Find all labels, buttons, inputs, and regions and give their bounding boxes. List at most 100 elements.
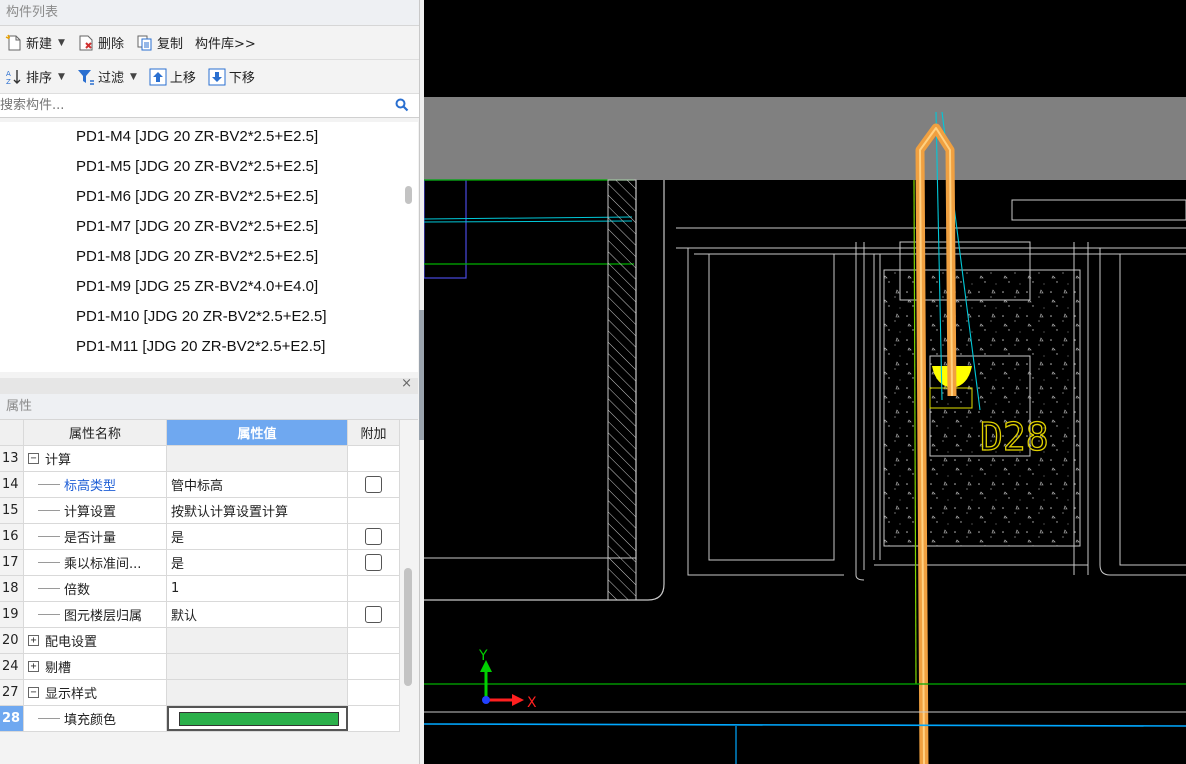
sort-icon: AZ xyxy=(5,68,23,86)
property-extra-cell xyxy=(348,680,400,705)
filter-dropdown-icon[interactable]: ▼ xyxy=(130,72,137,82)
property-value-cell[interactable] xyxy=(167,680,348,705)
fill-color-swatch[interactable] xyxy=(179,711,339,726)
search-input[interactable] xyxy=(0,94,380,117)
list-item[interactable]: PD1-M4 [JDG 20 ZR-BV2*2.5+E2.5] xyxy=(0,122,418,152)
property-name: 标高类型 xyxy=(64,479,117,494)
property-row[interactable]: 13− 计算 xyxy=(0,446,400,472)
concrete-fill-area xyxy=(883,269,1081,547)
property-value-cell[interactable]: 是 xyxy=(167,550,348,575)
property-row[interactable]: 14 标高类型 管中标高 xyxy=(0,472,400,498)
property-value-cell[interactable]: 按默认计算设置计算 xyxy=(167,498,348,523)
grid-header-row: 属性名称 属性值 附加 xyxy=(0,420,400,446)
property-value-cell[interactable] xyxy=(167,706,348,731)
grid-header-name[interactable]: 属性名称 xyxy=(24,420,167,445)
property-value-cell[interactable] xyxy=(167,446,348,471)
library-link[interactable]: 构件库>> xyxy=(192,30,259,56)
d28-label: D28 xyxy=(980,415,1049,459)
filter-icon xyxy=(77,68,95,86)
expand-icon[interactable]: + xyxy=(28,661,39,672)
property-value-cell[interactable]: 1 xyxy=(167,576,348,601)
property-extra-cell xyxy=(348,498,400,523)
left-panel: 构件列表 新建 ▼ 删除 复制 构件库>> AZ 排序 ▼ 过滤 ▼ 上移 下移… xyxy=(0,0,420,764)
row-number: 17 xyxy=(0,550,24,575)
library-label: 构件库>> xyxy=(194,37,256,52)
grid-header-value[interactable]: 属性值 xyxy=(167,420,348,445)
property-name-cell: + 配电设置 xyxy=(24,628,167,653)
property-value-cell[interactable]: 管中标高 xyxy=(167,472,348,497)
row-number: 18 xyxy=(0,576,24,601)
property-row[interactable]: 20 + 配电设置 xyxy=(0,628,400,654)
property-row[interactable]: 15 计算设置 按默认计算设置计算 xyxy=(0,498,400,524)
property-name-cell: + 剔槽 xyxy=(24,654,167,679)
property-row[interactable]: 19 图元楼层归属 默认 xyxy=(0,602,400,628)
hatched-wall xyxy=(607,179,637,601)
property-value-cell[interactable] xyxy=(167,628,348,653)
move-down-button[interactable]: 下移 xyxy=(205,64,258,90)
property-value: 按默认计算设置计算 xyxy=(171,505,289,520)
delete-button[interactable]: 删除 xyxy=(74,30,127,56)
sort-button[interactable]: AZ 排序 ▼ xyxy=(2,64,68,90)
expand-icon[interactable]: + xyxy=(28,635,39,646)
list-scrollbar[interactable] xyxy=(405,186,412,204)
collapse-icon[interactable]: − xyxy=(28,453,39,464)
svg-text:Z: Z xyxy=(6,78,11,86)
grid-header-extra[interactable]: 附加 xyxy=(348,420,400,445)
property-name: 图元楼层归属 xyxy=(64,609,143,624)
property-name: 乘以标准间... xyxy=(64,557,142,572)
filter-button[interactable]: 过滤 ▼ xyxy=(74,64,140,90)
attach-checkbox[interactable] xyxy=(365,554,382,571)
property-name-cell: 乘以标准间... xyxy=(24,550,167,575)
property-name-cell: 倍数 xyxy=(24,576,167,601)
property-name: 计算 xyxy=(45,453,72,468)
list-item[interactable]: PD1-M7 [JDG 20 ZR-BV2*2.5+E2.5] xyxy=(0,212,418,242)
attach-checkbox[interactable] xyxy=(365,606,382,623)
component-toolbar-primary: 新建 ▼ 删除 复制 构件库>> xyxy=(0,26,419,60)
copy-button[interactable]: 复制 xyxy=(133,30,186,56)
cad-drawing: D28 Y X xyxy=(424,97,1186,764)
property-name-cell: 计算设置 xyxy=(24,498,167,523)
new-label: 新建 xyxy=(26,37,53,52)
new-dropdown-icon[interactable]: ▼ xyxy=(58,38,65,48)
row-number: 14 xyxy=(0,472,24,497)
attach-checkbox[interactable] xyxy=(365,528,382,545)
collapse-icon[interactable]: − xyxy=(28,687,39,698)
property-value-cell[interactable]: 默认 xyxy=(167,602,348,627)
property-extra-cell xyxy=(348,472,400,497)
property-row[interactable]: 16 是否计量 是 xyxy=(0,524,400,550)
list-item[interactable]: PD1-M5 [JDG 20 ZR-BV2*2.5+E2.5] xyxy=(0,152,418,182)
property-value-cell[interactable]: 是 xyxy=(167,524,348,549)
list-item[interactable]: PD1-M10 [JDG 20 ZR-BV2*2.5+E2.5] xyxy=(0,302,418,332)
property-row[interactable]: 17 乘以标准间... 是 xyxy=(0,550,400,576)
property-name-cell: 图元楼层归属 xyxy=(24,602,167,627)
property-value-cell[interactable] xyxy=(167,654,348,679)
property-extra-cell xyxy=(348,446,400,471)
grid-scrollbar[interactable] xyxy=(404,568,412,686)
sort-dropdown-icon[interactable]: ▼ xyxy=(58,72,65,82)
properties-title: 属性 xyxy=(0,394,418,420)
new-button[interactable]: 新建 ▼ xyxy=(2,30,68,56)
list-item[interactable]: PD1-M8 [JDG 20 ZR-BV2*2.5+E2.5] xyxy=(0,242,418,272)
property-name: 是否计量 xyxy=(64,531,117,546)
property-row[interactable]: 28 填充颜色 xyxy=(0,706,400,732)
row-number: 27 xyxy=(0,680,24,705)
property-row[interactable]: 27− 显示样式 xyxy=(0,680,400,706)
search-icon[interactable] xyxy=(395,98,409,116)
property-value: 1 xyxy=(171,581,180,596)
property-value: 是 xyxy=(171,557,185,572)
property-row[interactable]: 18 倍数 1 xyxy=(0,576,400,602)
copy-icon xyxy=(136,34,154,52)
list-item[interactable]: PD1-M9 [JDG 25 ZR-BV2*4.0+E4.0] xyxy=(0,272,418,302)
list-item[interactable]: PD1-M6 [JDG 20 ZR-BV2*2.5+E2.5] xyxy=(0,182,418,212)
close-icon[interactable]: × xyxy=(401,376,412,391)
property-row[interactable]: 24 + 剔槽 xyxy=(0,654,400,680)
attach-checkbox[interactable] xyxy=(365,476,382,493)
property-name: 倍数 xyxy=(64,583,91,598)
property-name: 填充颜色 xyxy=(64,713,117,728)
row-number: 13 xyxy=(0,446,24,471)
cad-canvas[interactable]: D28 Y X xyxy=(424,0,1186,764)
move-up-button[interactable]: 上移 xyxy=(146,64,199,90)
row-number: 16 xyxy=(0,524,24,549)
list-item[interactable]: PD1-M11 [JDG 20 ZR-BV2*2.5+E2.5] xyxy=(0,332,418,362)
tree-connector xyxy=(38,562,60,563)
